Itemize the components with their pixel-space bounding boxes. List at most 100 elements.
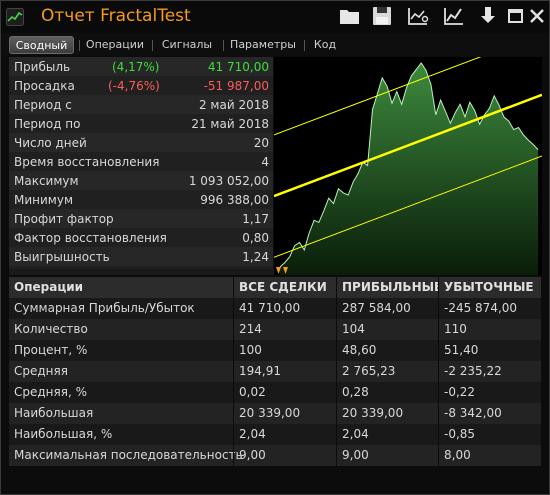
stats-header-operations: Операции: [9, 277, 233, 298]
table-cell-label: Наибольшая: [14, 406, 94, 420]
table-cell: 2,04: [342, 427, 369, 441]
table-cell: 2,04: [239, 427, 266, 441]
table-cell: 0,28: [342, 385, 369, 399]
summary-row-win-ratio: Выигрышность 1,24: [9, 247, 273, 266]
summary-label: Число дней: [14, 136, 87, 150]
summary-value: 1,24: [242, 250, 269, 264]
summary-value: 4: [261, 155, 269, 169]
stats-header-profitable: ПРИБЫЛЬНЫЕ: [337, 277, 442, 298]
chart-settings-icon[interactable]: [406, 5, 430, 27]
summary-label: Минимум: [14, 193, 74, 207]
summary-value: 1,17: [242, 212, 269, 226]
summary-value: 21 май 2018: [191, 117, 269, 131]
summary-row-days: Число дней 20: [9, 133, 273, 152]
table-cell-label: Процент, %: [14, 343, 88, 357]
table-cell-label: Средняя: [14, 364, 68, 378]
table-cell: 287 584,00: [342, 301, 411, 315]
table-cell-label: Суммарная Прибыль/Убыток: [14, 301, 195, 315]
summary-label: Профит фактор: [14, 212, 114, 226]
summary-label: Период по: [14, 117, 81, 131]
summary-panel: Прибыль (4,17%) 41 710,00 Просадка (-4,7…: [9, 57, 273, 269]
table-cell: 51,40: [444, 343, 479, 357]
report-window: Отчет FractalTest Сводный Операции Сигна…: [0, 0, 550, 495]
table-row: Наибольшая, % 2,04 2,04 -0,85: [9, 424, 541, 445]
column-divider: [233, 277, 234, 466]
summary-value: -51 987,00: [203, 79, 269, 93]
table-cell: 194,91: [239, 364, 281, 378]
table-cell: 20 339,00: [342, 406, 404, 420]
summary-value: 0,80: [242, 231, 269, 245]
summary-label: Время восстановления: [14, 155, 160, 169]
window-title: Отчет FractalTest: [41, 6, 191, 26]
tab-separator: [79, 40, 80, 51]
summary-value: 20: [253, 136, 269, 150]
tab-signals[interactable]: Сигналы: [157, 36, 217, 54]
tab-operations[interactable]: Операции: [84, 36, 146, 54]
summary-panel-footer: [9, 269, 274, 275]
table-cell: 48,60: [342, 343, 377, 357]
line-chart-icon[interactable]: [442, 5, 466, 27]
summary-row-profit-factor: Профит фактор 1,17: [9, 209, 273, 228]
table-cell: -8 342,00: [444, 406, 502, 420]
column-divider: [438, 277, 439, 466]
summary-row-recovery-factor: Фактор восстановления 0,80: [9, 228, 273, 247]
stats-table: Операции ВСЕ СДЕЛКИ ПРИБЫЛЬНЫЕ УБЫТОЧНЫЕ…: [9, 277, 541, 467]
summary-value: 996 388,00: [200, 193, 269, 207]
table-cell: 0,02: [239, 385, 266, 399]
table-cell-label: Количество: [14, 322, 88, 336]
table-cell: 214: [239, 322, 262, 336]
table-cell: 41 710,00: [239, 301, 301, 315]
table-row: Средняя 194,91 2 765,23 -2 235,22: [9, 361, 541, 382]
equity-chart: [274, 57, 542, 275]
export-icon[interactable]: [476, 5, 500, 27]
summary-value: 2 май 2018: [198, 98, 269, 112]
column-divider: [336, 277, 337, 466]
summary-label: Просадка: [14, 79, 75, 93]
table-row: Количество 214 104 110: [9, 319, 541, 340]
summary-row-recovery-time: Время восстановления 4: [9, 152, 273, 171]
tab-bar: Сводный Операции Сигналы Параметры Код: [1, 33, 549, 55]
close-icon[interactable]: [525, 5, 549, 27]
stats-header-all: ВСЕ СДЕЛКИ: [234, 277, 336, 298]
summary-row-maximum: Максимум 1 093 052,00: [9, 171, 273, 190]
summary-value: 41 710,00: [207, 60, 269, 74]
title-bar: Отчет FractalTest: [1, 1, 549, 33]
summary-label: Прибыль: [14, 60, 71, 74]
table-cell-label: Средняя, %: [14, 385, 87, 399]
table-row: Суммарная Прибыль/Убыток 41 710,00 287 5…: [9, 298, 541, 319]
summary-percent: (4,17%): [112, 60, 160, 74]
tab-code[interactable]: Код: [309, 36, 341, 54]
summary-label: Период с: [14, 98, 72, 112]
table-row: Процент, % 100 48,60 51,40: [9, 340, 541, 361]
folder-icon[interactable]: [338, 5, 362, 27]
equity-area: [280, 63, 538, 275]
table-cell-label: Наибольшая, %: [14, 427, 113, 441]
summary-row-profit: Прибыль (4,17%) 41 710,00: [9, 57, 273, 76]
table-row: Средняя, % 0,02 0,28 -0,22: [9, 382, 541, 403]
table-cell: 2 765,23: [342, 364, 396, 378]
table-row: Максимальная последовательность 9,00 9,0…: [9, 445, 541, 466]
table-cell: 8,00: [444, 448, 471, 462]
table-cell: -2 235,22: [444, 364, 502, 378]
summary-label: Фактор восстановления: [14, 231, 167, 245]
table-cell: 100: [239, 343, 262, 357]
summary-row-period-to: Период по 21 май 2018: [9, 114, 273, 133]
minimize-icon[interactable]: [503, 5, 527, 27]
tab-separator: [223, 40, 224, 51]
table-cell: -245 874,00: [444, 301, 518, 315]
summary-label: Максимум: [14, 174, 79, 188]
summary-label: Выигрышность: [14, 250, 110, 264]
save-icon[interactable]: [370, 5, 394, 27]
tab-parameters[interactable]: Параметры: [228, 36, 298, 54]
summary-percent: (-4,76%): [108, 79, 160, 93]
tab-summary[interactable]: Сводный: [9, 36, 74, 54]
table-row: Наибольшая 20 339,00 20 339,00 -8 342,00: [9, 403, 541, 424]
table-cell-label: Максимальная последовательность: [14, 448, 243, 462]
tab-separator: [152, 40, 153, 51]
summary-row-minimum: Минимум 996 388,00: [9, 190, 273, 209]
summary-row-drawdown: Просадка (-4,76%) -51 987,00: [9, 76, 273, 95]
table-cell: 110: [444, 322, 467, 336]
tab-separator: [304, 40, 305, 51]
table-cell: 20 339,00: [239, 406, 301, 420]
table-cell: -0,85: [444, 427, 476, 441]
